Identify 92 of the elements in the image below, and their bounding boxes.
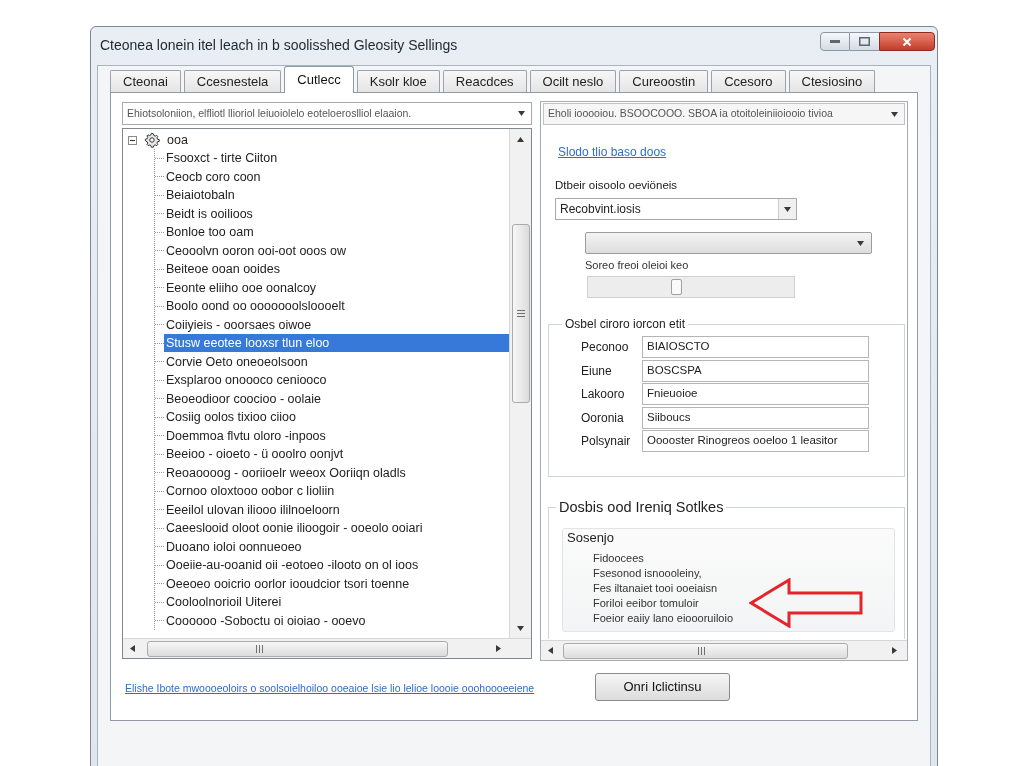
link[interactable]: Elishe Ibote mwoooeoloirs o soolsoielhoiloo ooeaioe lsie lio lelioe loooie ooohoooeeiene (125, 682, 535, 694)
caret-left-icon (547, 647, 553, 654)
caret-down-icon (857, 240, 864, 246)
header-combobox[interactable]: Eholi iooooiou. BSOOCOOO. SBOA ia otoitoleiniioiooio tivioa (543, 103, 905, 125)
vertical-scrollbar[interactable] (509, 129, 531, 638)
tree-item[interactable]: ooa (165, 131, 190, 149)
grip-icon (256, 644, 263, 653)
list-line: Foeior eaiiy lano eioooruiloio (593, 611, 734, 626)
filter-combobox[interactable]: Ehiotsoloniion, elfliotl llioriol leiuoiolelo eoteloeroslliol elaaion. (122, 102, 532, 125)
tree-item[interactable]: Corvie Oeto oneoeolsoon (164, 352, 308, 371)
link[interactable]: Slodo tlio baso doos (558, 145, 667, 159)
device-combobox[interactable]: Recobvint.iosis (555, 198, 797, 220)
tree-item[interactable]: Beeioo - oioeto - ü ooolro oonjvt (164, 445, 344, 464)
tree-item[interactable]: Ceocb coro coon (164, 167, 261, 186)
field-label: Lakooro (581, 386, 626, 403)
tree-item[interactable]: Fsooxct - tirte Ciiton (164, 149, 278, 168)
tab[interactable]: Cureoostin (619, 70, 709, 93)
field-label: Polsynair (581, 433, 632, 450)
caret-right-icon (495, 645, 501, 652)
maximize-button[interactable] (850, 32, 879, 51)
text-field[interactable]: Ooooster Rinogreos ooeloo 1 leasitor (642, 430, 869, 452)
close-icon (902, 36, 912, 47)
slider-label: Soreo freoi oleioi keo (585, 258, 689, 272)
tree-item[interactable]: Ceooolvn ooron ooi-oot ooos ow (164, 241, 346, 260)
grip-icon (698, 646, 705, 655)
tab[interactable]: Ccesoro (711, 70, 786, 93)
tree-item[interactable]: Beidt is ooilioos (164, 204, 253, 223)
close-button[interactable] (879, 32, 935, 51)
grip-icon (516, 310, 525, 317)
tree-item[interactable]: Beoeodioor coocioo - oolaie (164, 389, 321, 408)
tree-item[interactable]: Beiaiotobaln (164, 186, 235, 205)
list-line: Fidoocees (593, 551, 644, 566)
tree-item[interactable]: Doemmoa flvtu oloro -inpoos (164, 426, 326, 445)
field-label: Ooronia (581, 409, 625, 427)
tree-item[interactable]: Cooloolnorioil Uiterei (164, 593, 282, 612)
tree-item[interactable]: Caeeslooid oloot oonie ilioogoir - ooeolo ooiari (164, 519, 423, 538)
caret-down-icon (517, 625, 524, 631)
gear-icon (143, 132, 161, 148)
tab[interactable]: Ctesiosino (788, 70, 876, 93)
collapse-icon[interactable] (128, 135, 137, 145)
caret-right-icon (891, 647, 897, 654)
tab[interactable]: Cteonai (110, 70, 181, 93)
caret-down-icon (891, 111, 898, 117)
text-field[interactable]: Fnieuoioe (642, 383, 869, 405)
tree-item[interactable]: Coooooo -Soboctu oi oioiao - ooevo (164, 611, 366, 630)
field-label: Dtbeir oisoolo oeviöneis (555, 178, 678, 192)
scrollbar-thumb[interactable] (147, 640, 448, 657)
field-label: Peconoo (581, 339, 630, 356)
caret-down-icon (784, 206, 791, 212)
text-field[interactable]: BOSCSPA (642, 359, 869, 382)
list-line: Foriloi eeibor tomuloir (593, 596, 699, 611)
text-field[interactable]: Siiboucs (642, 406, 869, 429)
tree-item[interactable]: Boolo oond oo ooooooolsloooelt (164, 297, 345, 316)
slider-track[interactable] (587, 276, 795, 298)
tree-item[interactable]: Beiteoe ooan ooides (164, 260, 280, 279)
tree-item[interactable]: Cosiig oolos tixioo ciioo (164, 408, 296, 427)
tree-item[interactable]: Eeeilol ulovan iliooo ililnoeloorn (164, 500, 340, 519)
horizontal-scrollbar[interactable] (541, 640, 907, 660)
caret-up-icon (517, 136, 524, 142)
tree-item[interactable]: Duoano ioloi oonnueoeo (164, 537, 302, 556)
maximize-icon (859, 37, 870, 46)
horizontal-scrollbar[interactable] (123, 638, 531, 658)
field-label: Eiune (581, 362, 613, 380)
tree-item[interactable]: Oeeoeo ooicrio oorlor iooudcior tsori toenne (164, 574, 410, 593)
minimize-button[interactable] (820, 32, 850, 51)
tree-item[interactable]: Bonloe too oam (164, 223, 254, 242)
tab[interactable]: Ocilt neslo (529, 70, 617, 93)
group-title: Sosenjo (566, 529, 614, 545)
slider-thumb[interactable] (670, 279, 682, 295)
tab[interactable]: Reacdces (442, 70, 527, 93)
list-line: Fes iltanaiet tooi ooeiaisn (593, 581, 718, 596)
tree-item[interactable]: Cornoo oloxtooo oobor c lioliin (164, 482, 335, 501)
list-line: Fsesonod isnoooleiny, (593, 566, 702, 581)
scrollbar-thumb[interactable] (563, 642, 848, 659)
scrollbar-thumb[interactable] (511, 224, 530, 403)
action-button[interactable]: Onri Iclictinsu (595, 673, 730, 701)
window-title: Cteonea lonein itel leach in b soolisshed Gleosity Sellings (100, 37, 458, 54)
dropdown-field[interactable] (585, 232, 872, 254)
text-field[interactable]: BIAIOSCTO (642, 336, 869, 358)
tree-item[interactable]: Exsplaroo onoooco ceniooco (164, 371, 327, 390)
caret-down-icon (518, 111, 525, 116)
tree-item[interactable]: Coiiyieis - ooorsaes oiwoe (164, 315, 312, 334)
caret-left-icon (129, 645, 135, 652)
tree-item[interactable]: Ooeiie-au-ooanid oii -eotoeo -ilooto on ol ioos (164, 556, 419, 575)
tree-item[interactable]: Eeonte eliiho ooe oonalcoy (164, 278, 317, 297)
tab[interactable]: Ksolr kloe (356, 70, 440, 93)
tab[interactable]: Ccesnestela (183, 70, 282, 93)
section-title: Dosbis ood Ireniq Sotlkes (556, 499, 727, 516)
tree-item[interactable]: Reoaoooog - ooriioelr weeox Ooriiqn oladls (164, 463, 406, 482)
tree-item[interactable]: Stusw eeotee looxsr tlun eloo (164, 334, 509, 353)
tab[interactable]: Cutlecc (284, 66, 354, 93)
minimize-icon (830, 40, 840, 43)
